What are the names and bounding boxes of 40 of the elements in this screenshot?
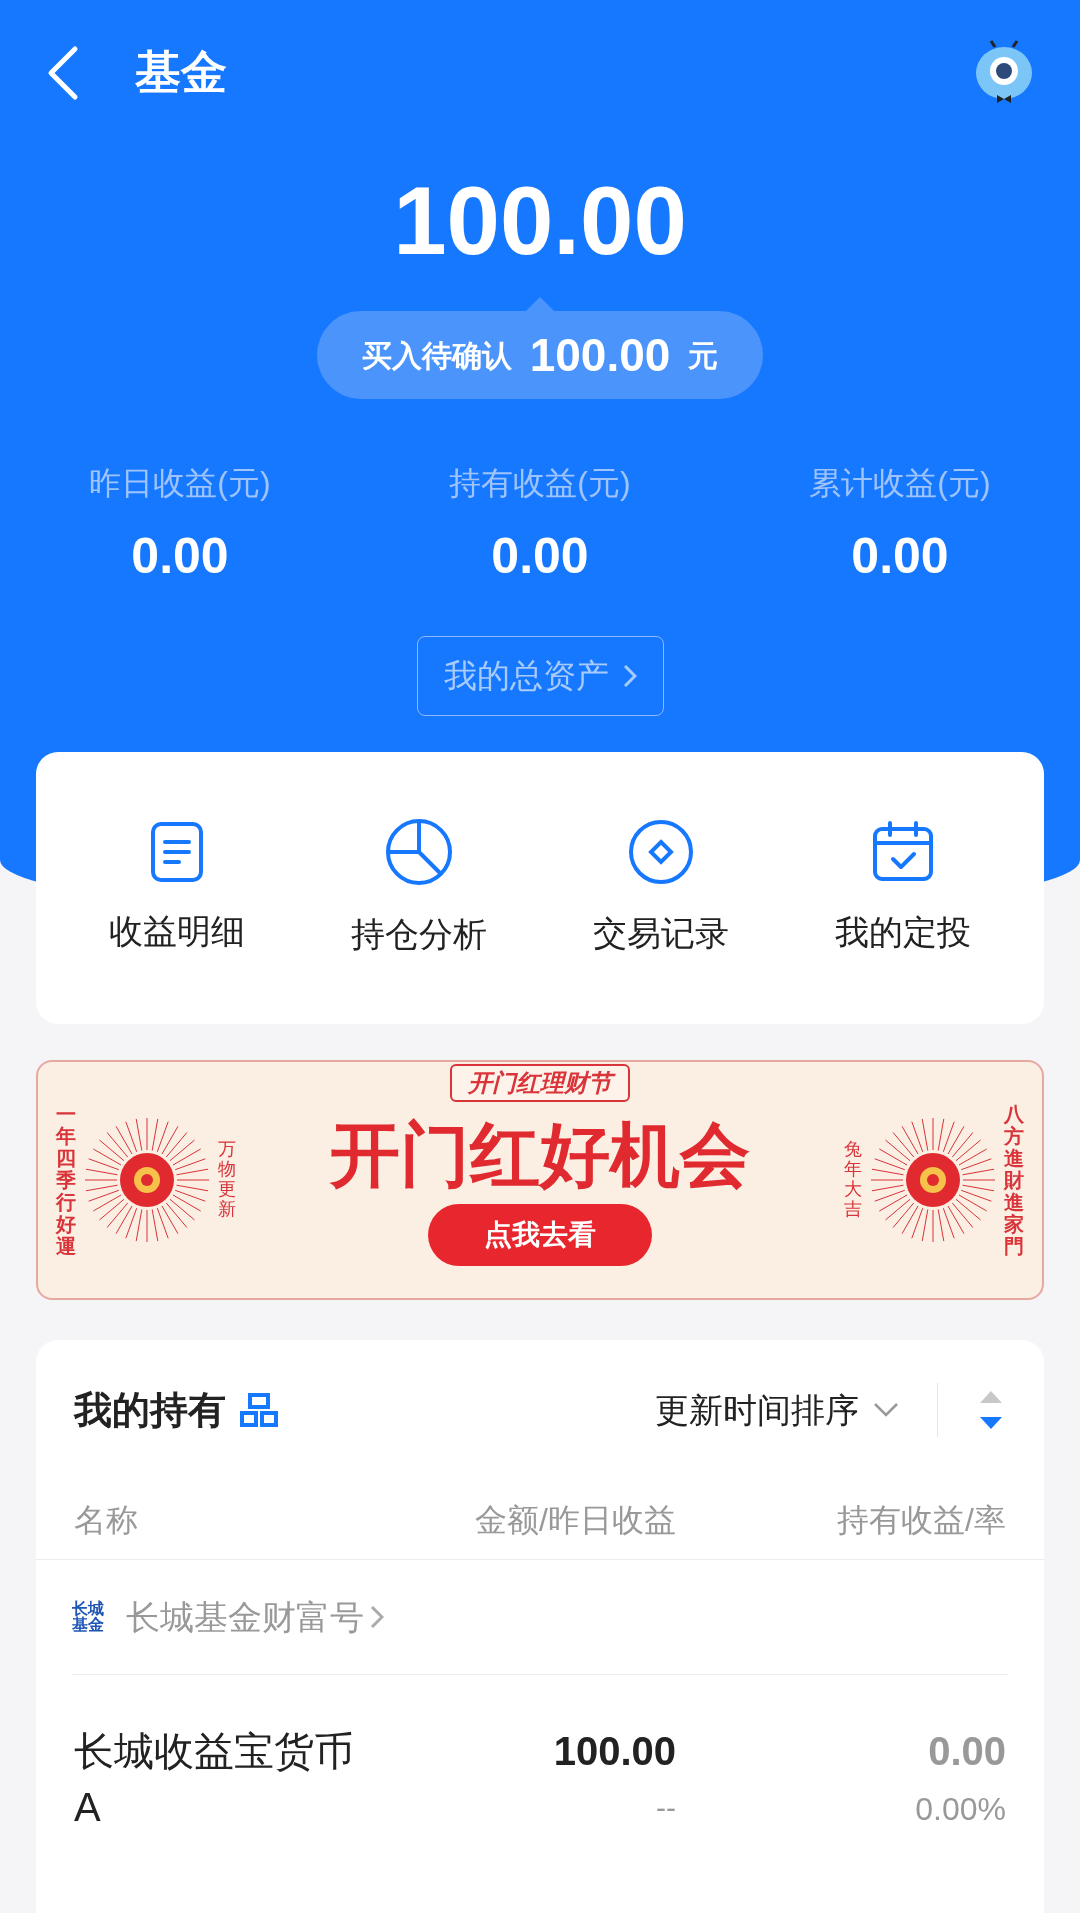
column-header: 持有收益/率: [836, 1500, 1006, 1540]
pending-unit: 元: [688, 337, 719, 374]
fund-profit-rate: 0.00%: [915, 1790, 1006, 1829]
banner-headline: 开门红好机会: [330, 1120, 750, 1190]
promo-banner[interactable]: 开门红理财节 一年四季行好運 万物更新 开门红好机会 点我去看 兔年大吉 八方進財進家門: [36, 1060, 1044, 1300]
banner-slogan: 万物更新: [218, 1140, 236, 1220]
fund-row[interactable]: 长城收益宝货币A 100.00 -- 0.00 0.00%: [36, 1675, 1044, 1835]
banner-slogan: 兔年大吉: [844, 1140, 862, 1220]
fund-amount: 100.00: [553, 1728, 676, 1775]
shortcut-button[interactable]: 持仓分析: [319, 816, 519, 960]
stat-label: 持有收益(元): [449, 464, 631, 503]
chevron-right-icon: [622, 664, 637, 688]
shortcut-button[interactable]: 收益明细: [77, 819, 277, 957]
fund-holding-profit: 0.00: [928, 1728, 1006, 1775]
stat-value: 0.00: [131, 527, 229, 586]
pending-amount: 100.00: [529, 327, 671, 383]
chevron-right-icon: [370, 1605, 384, 1629]
stat-value: 0.00: [851, 527, 949, 586]
fund-yesterday-profit: --: [656, 1790, 676, 1826]
grid-view-icon[interactable]: [240, 1393, 278, 1427]
page-title: 基金: [135, 45, 227, 100]
stat-label: 累计收益(元): [809, 464, 991, 503]
diamond-coin-icon: [627, 817, 695, 886]
total-amount: 100.00: [393, 173, 687, 269]
column-header: 金额/昨日收益: [474, 1500, 676, 1540]
company-logo: 长城基金: [72, 1601, 105, 1633]
column-header: 名称: [74, 1500, 139, 1540]
stat-value: 0.00: [491, 527, 589, 586]
pending-label: 买入待确认: [361, 337, 512, 374]
banner-cta-button[interactable]: 点我去看: [428, 1204, 652, 1266]
banner-slogan: 八方進財進家門: [1004, 1103, 1024, 1257]
sort-dropdown[interactable]: 更新时间排序: [655, 1384, 899, 1436]
stat-label: 昨日收益(元): [89, 464, 271, 503]
pie-chart-icon: [384, 816, 454, 887]
holdings-title: 我的持有: [74, 1387, 226, 1433]
banner-slogan: 一年四季行好運: [56, 1103, 76, 1257]
shortcut-button[interactable]: 我的定投: [803, 818, 1003, 958]
shortcut-button[interactable]: 交易记录: [561, 817, 761, 959]
caret-icon: [873, 1402, 899, 1418]
fund-name: 长城收益宝货币A: [74, 1728, 355, 1831]
